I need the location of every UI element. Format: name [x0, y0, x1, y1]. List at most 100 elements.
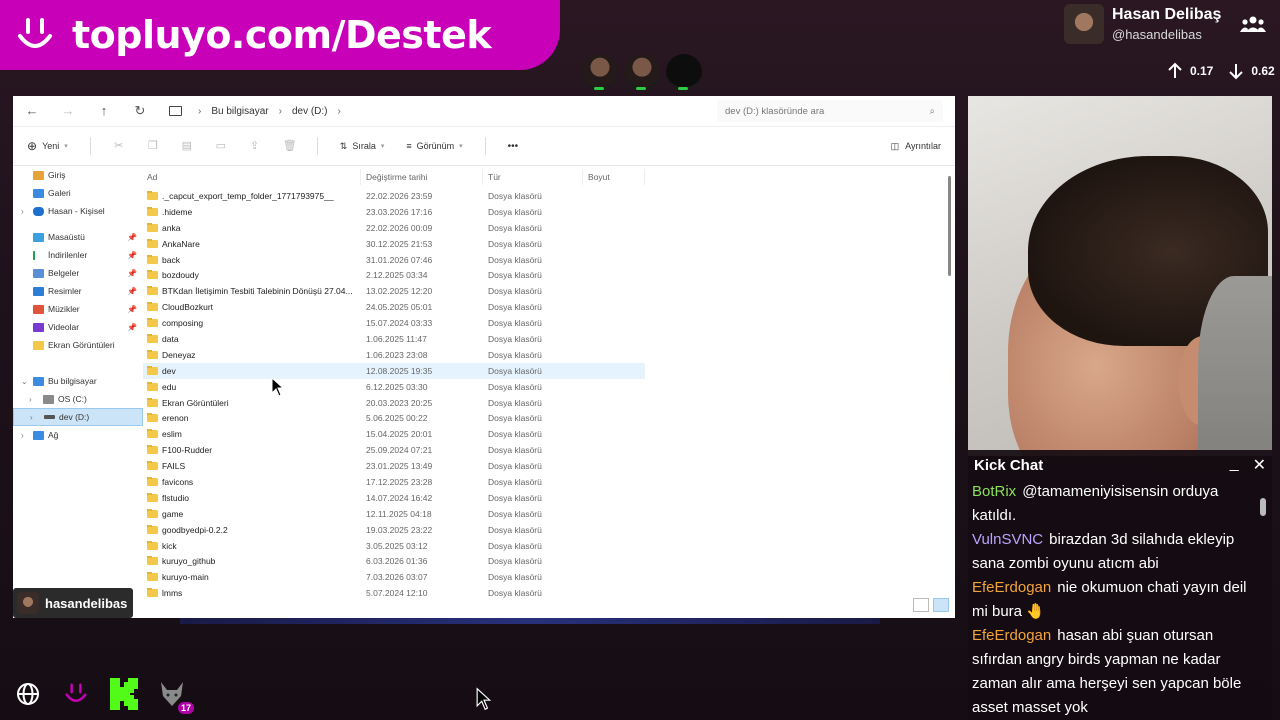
nav-item-screenshots[interactable]: Ekran Görüntüleri: [13, 336, 143, 354]
table-row[interactable]: .hideme 23.03.2026 17:16 Dosya klasörü: [143, 204, 955, 220]
cut-icon[interactable]: ✂: [113, 140, 125, 152]
kick-icon[interactable]: [110, 678, 138, 710]
rename-icon[interactable]: ▭: [215, 140, 227, 152]
back-arrow-icon[interactable]: ←: [25, 104, 39, 118]
table-row[interactable]: BTKdan İletişimin Tesbiti Talebinin Dönü…: [143, 283, 955, 299]
nav-item-downloads[interactable]: İndirilenler 📌: [13, 246, 143, 264]
nav-item-home[interactable]: Giriş: [13, 166, 143, 184]
column-date[interactable]: Değiştirme tarihi: [361, 169, 483, 185]
nav-item-documents[interactable]: Belgeler 📌: [13, 264, 143, 282]
users-icon[interactable]: [1240, 14, 1266, 34]
nav-item-desktop[interactable]: Masaüstü 📌: [13, 228, 143, 246]
chevron-right-icon[interactable]: ›: [30, 413, 33, 422]
tiles-view-icon[interactable]: [933, 598, 949, 612]
table-row[interactable]: kuruyo-main 7.03.2026 03:07 Dosya klasörü: [143, 569, 955, 585]
more-options-button[interactable]: •••: [508, 141, 519, 152]
table-row[interactable]: data 1.06.2025 11:47 Dosya klasörü: [143, 331, 955, 347]
minimize-icon[interactable]: _: [1230, 455, 1239, 475]
gallery-icon: [33, 188, 44, 198]
nav-item-gallery[interactable]: Galeri: [13, 184, 143, 202]
copy-icon[interactable]: ❐: [147, 140, 159, 152]
table-row[interactable]: CloudBozkurt 24.05.2025 05:01 Dosya klasör…: [143, 299, 955, 315]
file-date: 22.02.2026 23:59: [366, 190, 433, 201]
table-row[interactable]: game 12.11.2025 04:18 Dosya klasörü: [143, 506, 955, 522]
table-row[interactable]: erenon 5.06.2025 00:22 Dosya klasörü: [143, 410, 955, 426]
nav-item-network[interactable]: › Ağ: [13, 426, 143, 444]
breadcrumb-item[interactable]: Bu bilgisayar: [211, 106, 268, 117]
globe-icon[interactable]: [14, 678, 42, 710]
details-view-icon[interactable]: [913, 598, 929, 612]
close-icon[interactable]: ✕: [1253, 455, 1266, 475]
table-row[interactable]: favicons 17.12.2025 23:28 Dosya klasörü: [143, 474, 955, 490]
nav-item-pictures[interactable]: Resimler 📌: [13, 282, 143, 300]
viewer-avatar[interactable]: [666, 54, 702, 90]
chat-username[interactable]: BotRix: [972, 483, 1016, 500]
table-row[interactable]: back 31.01.2026 07:46 Dosya klasörü: [143, 252, 955, 268]
chevron-right-icon[interactable]: ›: [21, 207, 24, 216]
refresh-icon[interactable]: ↻: [133, 104, 147, 118]
table-row[interactable]: FAILS 23.01.2025 13:49 Dosya klasörü: [143, 458, 955, 474]
table-row[interactable]: lmms 5.07.2024 12:10 Dosya klasörü: [143, 585, 955, 601]
pin-icon[interactable]: 📌: [127, 305, 137, 314]
nav-item-onedrive[interactable]: › Hasan - Kişisel: [13, 202, 143, 220]
table-row[interactable]: eslim 15.04.2025 20:01 Dosya klasörü: [143, 426, 955, 442]
table-row[interactable]: anka 22.02.2026 00:09 Dosya klasörü: [143, 220, 955, 236]
table-row[interactable]: dev 12.08.2025 19:35 Dosya klasörü: [143, 362, 645, 379]
pin-icon[interactable]: 📌: [127, 251, 137, 260]
forward-arrow-icon[interactable]: →: [61, 104, 75, 118]
file-type: Dosya klasörü: [488, 429, 542, 440]
delete-icon[interactable]: 🗑: [283, 140, 297, 152]
chevron-down-icon[interactable]: ⌄: [21, 377, 28, 386]
scrollbar[interactable]: [1260, 498, 1266, 516]
table-row[interactable]: bozdoudy 2.12.2025 03:34 Dosya klasörü: [143, 267, 955, 283]
sort-button[interactable]: ⇅ Sırala ▾: [340, 141, 385, 152]
pin-icon[interactable]: 📌: [127, 287, 137, 296]
table-row[interactable]: flstudio 14.07.2024 16:42 Dosya klasörü: [143, 490, 955, 506]
breadcrumb[interactable]: › Bu bilgisayar › dev (D:) ›: [169, 100, 707, 122]
nav-item-videos[interactable]: Videolar 📌: [13, 318, 143, 336]
viewer-avatar[interactable]: [582, 54, 618, 90]
table-row[interactable]: AnkaNare 30.12.2025 21:53 Dosya klasörü: [143, 236, 955, 252]
pin-icon[interactable]: 📌: [127, 323, 137, 332]
column-size[interactable]: Boyut: [583, 169, 645, 185]
scrollbar[interactable]: [948, 176, 951, 276]
chat-username[interactable]: VulnSVNC: [972, 531, 1043, 548]
breadcrumb-item[interactable]: dev (D:): [292, 106, 328, 117]
table-row[interactable]: edu 6.12.2025 03:30 Dosya klasörü: [143, 379, 955, 395]
up-arrow-icon[interactable]: ↑: [97, 104, 111, 118]
chevron-right-icon[interactable]: ›: [29, 395, 32, 404]
nav-item-drive-d[interactable]: › dev (D:): [13, 408, 143, 426]
nav-item-this-pc[interactable]: ⌄ Bu bilgisayar: [13, 372, 143, 390]
folder-icon: [147, 270, 158, 280]
search-input[interactable]: dev (D:) klasöründe ara ⌕: [717, 100, 943, 122]
new-button[interactable]: ⊕ Yeni ▾: [27, 139, 68, 153]
viewer-avatar[interactable]: [624, 54, 660, 90]
details-button[interactable]: ◫ Ayrıntılar: [891, 141, 941, 152]
chat-username[interactable]: EfeErdogan: [972, 579, 1051, 596]
paste-icon[interactable]: ▤: [181, 140, 193, 152]
table-row[interactable]: Deneyaz 1.06.2023 23:08 Dosya klasörü: [143, 347, 955, 363]
topluyo-icon[interactable]: [62, 678, 90, 710]
column-type[interactable]: Tür: [483, 169, 583, 185]
chevron-right-icon[interactable]: ›: [21, 431, 24, 440]
table-row[interactable]: kick 3.05.2025 03:12 Dosya klasörü: [143, 538, 955, 554]
table-row[interactable]: F100-Rudder 25.09.2024 07:21 Dosya klasörü: [143, 442, 955, 458]
table-row[interactable]: goodbyedpi-0.2.2 19.03.2025 23:22 Dosya kl…: [143, 522, 955, 538]
file-type: Dosya klasörü: [488, 286, 542, 297]
table-row[interactable]: composing 15.07.2024 03:33 Dosya klasörü: [143, 315, 955, 331]
wolf-icon[interactable]: 17: [158, 678, 194, 714]
share-icon[interactable]: ⇪: [249, 140, 261, 152]
nav-item-music[interactable]: Müzikler 📌: [13, 300, 143, 318]
view-button[interactable]: ≡ Görünüm ▾: [406, 141, 462, 151]
table-row[interactable]: Ekran Görüntüleri 20.03.2023 20:25 Dosya k…: [143, 395, 955, 411]
table-row[interactable]: kuruyo_github 6.03.2026 01:36 Dosya klasör…: [143, 553, 955, 569]
pin-icon[interactable]: 📌: [127, 269, 137, 278]
nav-item-drive-c[interactable]: › OS (C:): [13, 390, 143, 408]
profile-card[interactable]: Hasan Delibaş @hasandelibas: [1064, 4, 1221, 44]
table-row[interactable]: ._capcut_export_temp_folder_1771793975__…: [143, 188, 955, 204]
file-name: CloudBozkurt: [162, 302, 214, 313]
chat-username[interactable]: EfeErdogan: [972, 627, 1051, 644]
file-type: Dosya klasörü: [488, 270, 542, 281]
pin-icon[interactable]: 📌: [127, 233, 137, 242]
column-name[interactable]: Ad: [143, 169, 361, 185]
